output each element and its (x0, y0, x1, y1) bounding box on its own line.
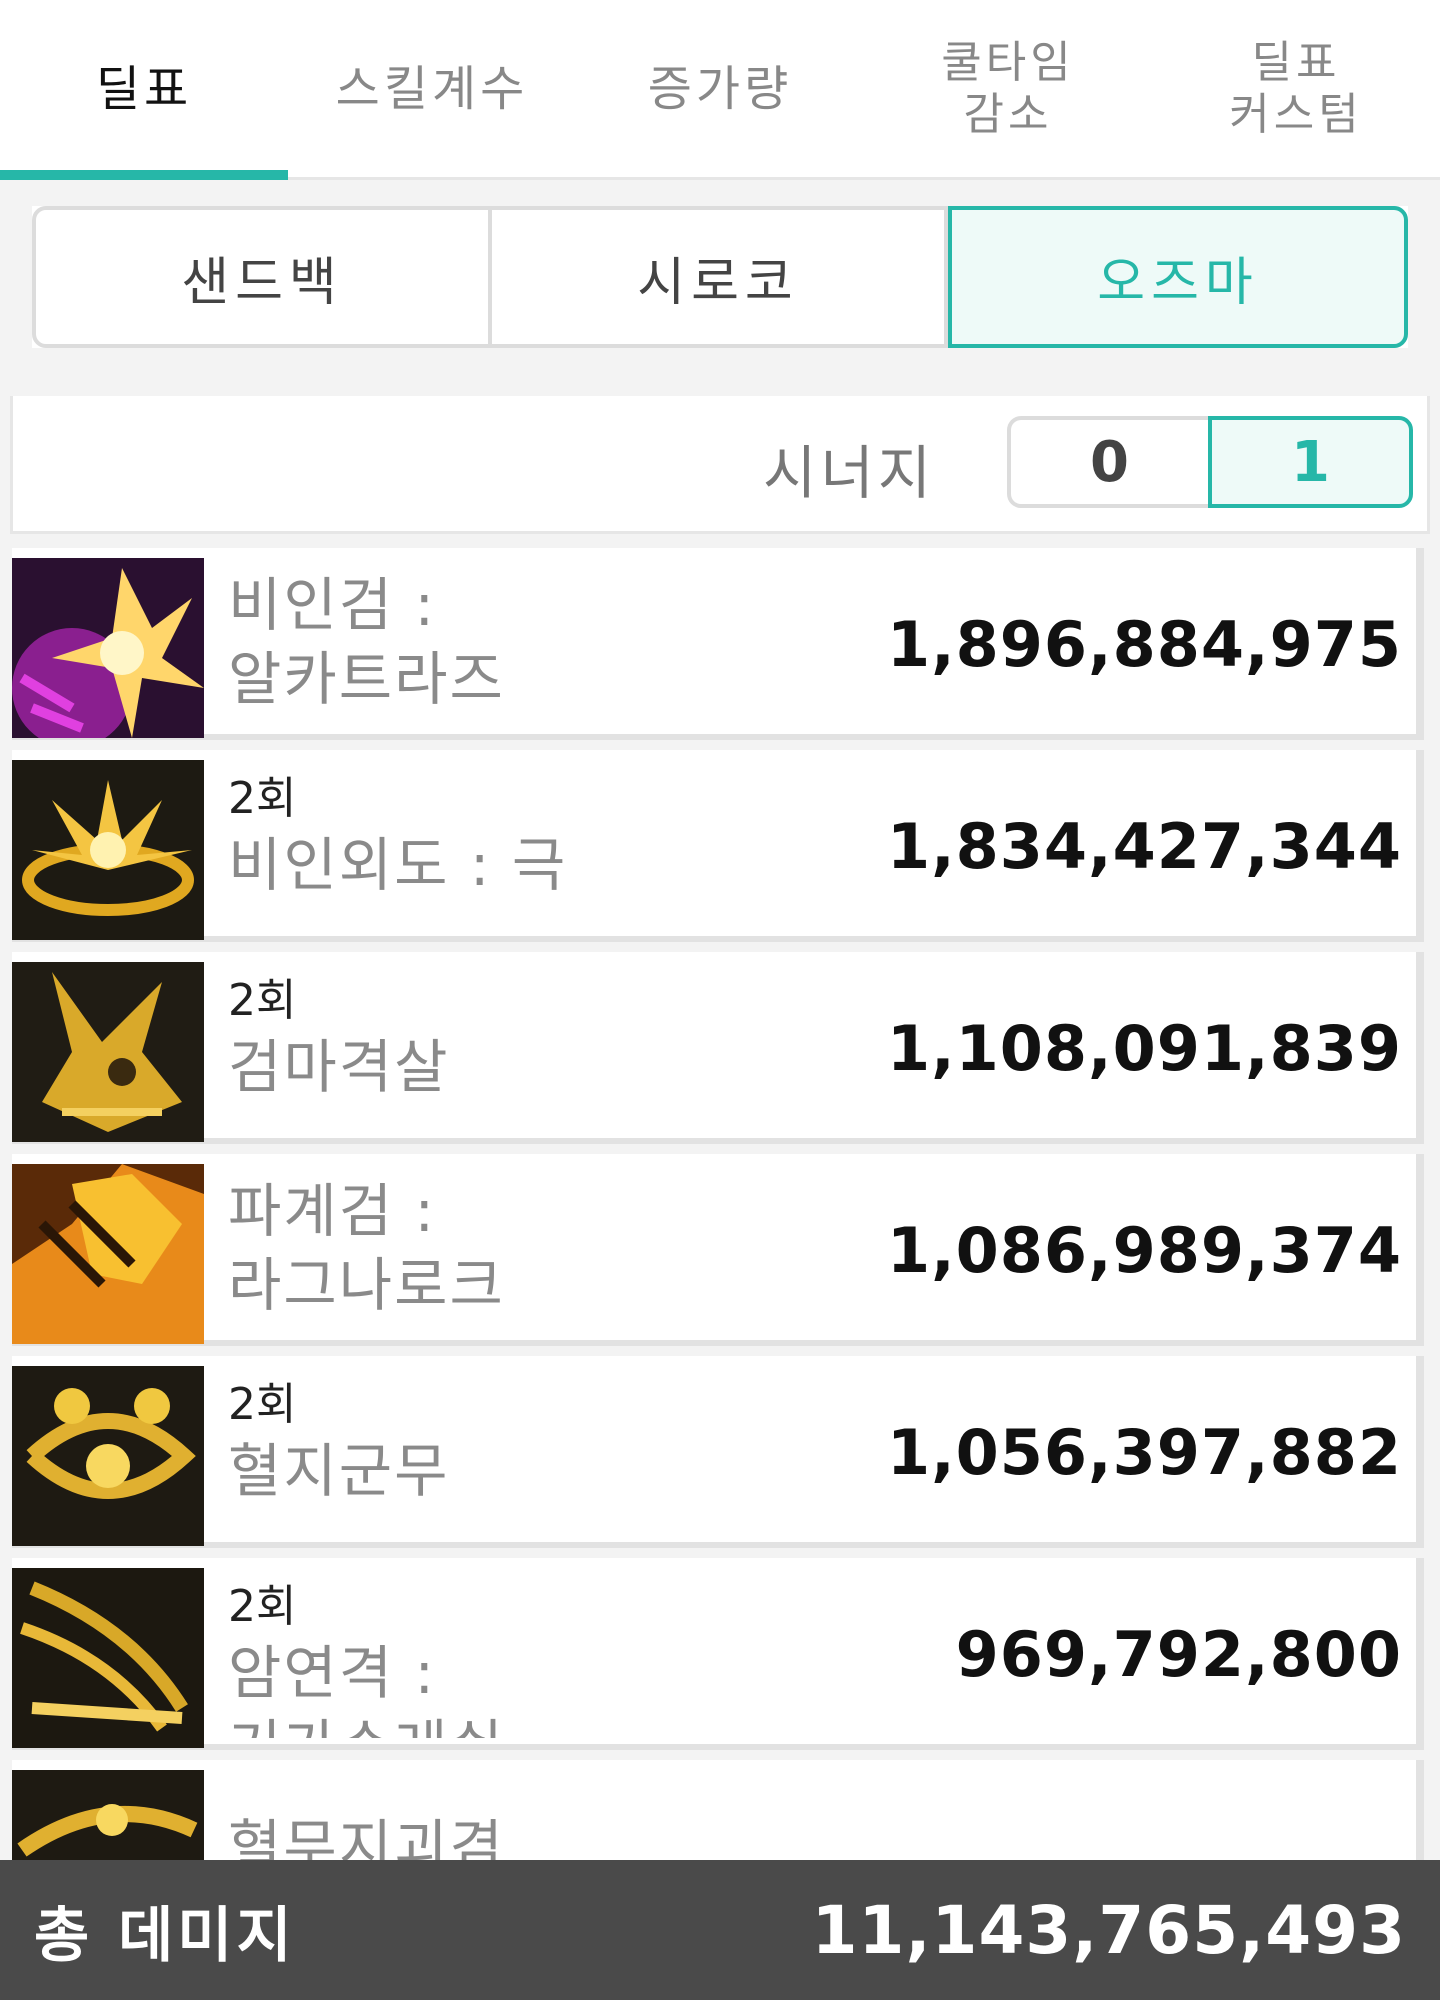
synergy-option-0[interactable]: 0 (1007, 416, 1208, 508)
synergy-option-label: 0 (1090, 429, 1129, 495)
total-damage-label: 총 데미지 (34, 1900, 296, 1971)
skill-damage: 969,792,800 (955, 1617, 1402, 1691)
list-item[interactable]: 파계검 : 라그나로크 1,086,989,374 (12, 1154, 1424, 1346)
skill-name: 비인검 : 알카트라즈 (228, 571, 505, 713)
skill-info: 2회 혈지군무 (228, 1376, 788, 1536)
skill-info: 2회 검마격살 (228, 972, 788, 1132)
top-tab-bar: 딜표 스킬계수 증가량 쿨타임 감소 딜표 커스텀 (0, 0, 1440, 180)
total-damage-value: 11,143,765,493 (811, 1891, 1406, 1969)
skill-damage: 1,108,091,839 (886, 1011, 1402, 1085)
list-item[interactable]: 2회 검마격살 1,108,091,839 (12, 952, 1424, 1144)
synergy-panel: 시너지 0 1 (10, 396, 1430, 534)
synergy-toggle: 0 1 (1007, 416, 1413, 508)
skill-info: 2회 암연격 : 기가슈레쉬 (228, 1578, 788, 1738)
skill-damage: 1,896,884,975 (886, 607, 1402, 681)
boss-selector: 샌드백 시로코 오즈마 (32, 206, 1408, 348)
tab-label: 딜표 (95, 60, 193, 117)
tab-label: 스킬계수 (335, 60, 529, 117)
tab-damage-table[interactable]: 딜표 (0, 0, 288, 180)
skill-info: 비인검 : 알카트라즈 (228, 568, 788, 728)
skill-info: 파계검 : 라그나로크 (228, 1174, 788, 1334)
golden-explosion-icon (12, 760, 204, 940)
golden-swirl-icon (12, 1366, 204, 1546)
skill-name: 파계검 : 라그나로크 (228, 1177, 505, 1319)
tab-custom-damage-table[interactable]: 딜표 커스텀 (1152, 0, 1440, 177)
skill-name: 검마격살 (228, 1033, 450, 1101)
damage-table-screen: 딜표 스킬계수 증가량 쿨타임 감소 딜표 커스텀 샌드백 시로코 오즈마 시너… (0, 0, 1440, 2000)
golden-claw-icon (12, 1568, 204, 1748)
synergy-label: 시너지 (763, 439, 936, 507)
skill-name: 혈지군무 (228, 1437, 450, 1505)
synergy-option-label: 1 (1291, 429, 1330, 495)
purple-burst-icon (12, 558, 204, 738)
list-item[interactable]: 2회 혈지군무 1,056,397,882 (12, 1356, 1424, 1548)
hit-count: 2회 (228, 1379, 297, 1430)
boss-option-ozma[interactable]: 오즈마 (948, 206, 1408, 348)
boss-option-siroco[interactable]: 시로코 (492, 206, 948, 348)
hit-count: 2회 (228, 1581, 297, 1632)
flame-warrior-icon (12, 1164, 204, 1344)
boss-option-label: 샌드백 (181, 252, 343, 313)
boss-option-label: 시로코 (637, 252, 799, 313)
tab-label: 딜표 커스텀 (1229, 36, 1363, 140)
skill-name: 비인외도 : 극 (228, 831, 568, 899)
tab-skill-coefficient[interactable]: 스킬계수 (288, 0, 576, 177)
list-item[interactable]: 2회 비인외도 : 극 1,834,427,344 (12, 750, 1424, 942)
skill-info: 2회 비인외도 : 극 (228, 770, 788, 930)
skill-damage: 1,834,427,344 (886, 809, 1402, 883)
skill-damage: 1,086,989,374 (886, 1213, 1402, 1287)
boss-option-label: 오즈마 (1097, 252, 1259, 313)
skill-damage: 1,056,397,882 (886, 1415, 1402, 1489)
tab-label: 쿨타임 감소 (941, 36, 1075, 140)
golden-demon-icon (12, 962, 204, 1142)
synergy-option-1[interactable]: 1 (1208, 416, 1413, 508)
total-damage-bar: 총 데미지 11,143,765,493 (0, 1860, 1440, 2000)
hit-count: 2회 (228, 773, 297, 824)
skill-name: 암연격 : 기가슈레쉬 (228, 1639, 503, 1738)
boss-option-sandbag[interactable]: 샌드백 (32, 206, 492, 348)
list-item[interactable]: 2회 암연격 : 기가슈레쉬 969,792,800 (12, 1558, 1424, 1750)
tab-cooldown-reduction[interactable]: 쿨타임 감소 (864, 0, 1152, 177)
hit-count: 2회 (228, 975, 297, 1026)
tab-label: 증가량 (647, 60, 793, 117)
list-item[interactable]: 비인검 : 알카트라즈 1,896,884,975 (12, 548, 1424, 740)
tab-increase[interactable]: 증가량 (576, 0, 864, 177)
